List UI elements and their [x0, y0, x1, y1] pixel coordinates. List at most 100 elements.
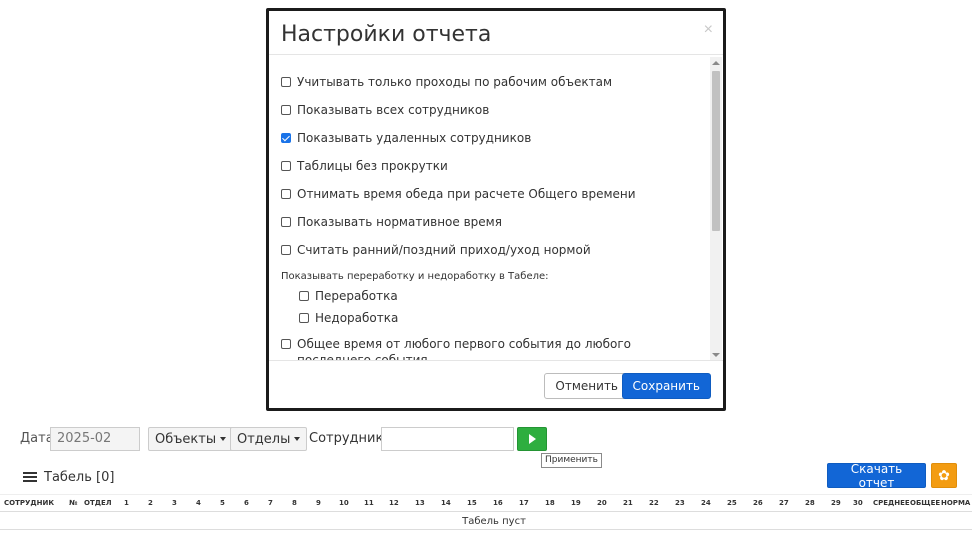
option-no-scroll-tables[interactable]: Таблицы без прокрутки — [281, 159, 448, 173]
option-label: Показывать всех сотрудников — [297, 103, 490, 117]
modal-header: Настройки отчета × — [269, 11, 723, 55]
checkbox[interactable] — [281, 189, 291, 199]
checkbox[interactable] — [281, 161, 291, 171]
option-early-late-normal[interactable]: Считать ранний/поздний приход/уход нормо… — [281, 243, 591, 257]
option-label: Отнимать время обеда при расчете Общего … — [297, 187, 636, 201]
scroll-down-arrow-icon[interactable] — [712, 353, 720, 357]
modal-footer: Отменить Сохранить — [269, 360, 723, 408]
checkbox[interactable] — [299, 313, 309, 323]
column-header[interactable]: 8 — [292, 499, 297, 507]
panel-header: Табель [0] Скачать отчет ✿ — [16, 462, 972, 491]
option-show-deleted-employees[interactable]: Показывать удаленных сотрудников — [281, 131, 531, 145]
panel-title: Табель [0] — [44, 470, 115, 485]
option-subtract-lunch[interactable]: Отнимать время обеда при расчете Общего … — [281, 187, 636, 201]
column-header[interactable]: ОБЩЕЕ — [910, 499, 940, 507]
caret-down-icon — [294, 437, 301, 441]
close-icon[interactable]: × — [704, 21, 713, 39]
empty-table-text: Табель пуст — [462, 516, 526, 527]
cancel-button[interactable]: Отменить — [544, 373, 629, 399]
option-overtime[interactable]: Переработка — [299, 289, 398, 303]
column-header[interactable]: 17 — [519, 499, 529, 507]
column-header[interactable]: 14 — [441, 499, 451, 507]
column-header[interactable]: 11 — [364, 499, 374, 507]
column-header[interactable]: 9 — [316, 499, 321, 507]
column-header[interactable]: 5 — [220, 499, 225, 507]
column-header[interactable]: 28 — [805, 499, 815, 507]
modal-title: Настройки отчета — [281, 22, 492, 47]
save-button[interactable]: Сохранить — [621, 373, 711, 399]
departments-dropdown-label: Отделы — [237, 431, 291, 447]
objects-dropdown[interactable]: Объекты — [148, 427, 234, 451]
checkbox-checked[interactable] — [281, 133, 291, 143]
column-header[interactable]: 26 — [753, 499, 763, 507]
column-header[interactable]: 30 — [853, 499, 863, 507]
checkbox[interactable] — [281, 245, 291, 255]
column-header[interactable]: № — [69, 499, 77, 507]
report-settings-modal: Настройки отчета × Учитывать только прох… — [266, 8, 726, 411]
option-work-objects-only[interactable]: Учитывать только проходы по рабочим объе… — [281, 75, 612, 89]
download-report-button[interactable]: Скачать отчет — [827, 462, 926, 490]
settings-button[interactable]: ✿ — [931, 463, 957, 488]
column-header[interactable]: ОТДЕЛ — [84, 499, 112, 507]
modal-scrollbar[interactable] — [710, 57, 722, 361]
overtime-group-title: Показывать переработку и недоработку в Т… — [281, 271, 549, 282]
apply-button[interactable] — [517, 427, 547, 451]
option-label: Таблицы без прокрутки — [297, 159, 448, 173]
checkbox[interactable] — [281, 105, 291, 115]
column-header[interactable]: 23 — [675, 499, 685, 507]
column-header[interactable]: 1 — [124, 499, 129, 507]
caret-down-icon — [220, 437, 227, 441]
column-header[interactable]: 16 — [493, 499, 503, 507]
option-label: Общее время от любого первого события до… — [297, 337, 631, 361]
column-header[interactable]: 20 — [597, 499, 607, 507]
column-header[interactable]: 7 — [268, 499, 273, 507]
scroll-up-arrow-icon[interactable] — [712, 61, 720, 65]
checkbox[interactable] — [299, 291, 309, 301]
column-header[interactable]: 27 — [779, 499, 789, 507]
checkbox[interactable] — [281, 77, 291, 87]
column-header[interactable]: НОРМА — [941, 499, 970, 507]
option-total-time-any-events[interactable]: Общее время от любого первого события до… — [281, 336, 691, 361]
column-header[interactable]: 21 — [623, 499, 633, 507]
option-label: Учитывать только проходы по рабочим объе… — [297, 75, 612, 89]
date-input[interactable]: 2025-02 — [50, 427, 140, 451]
column-header[interactable]: 22 — [649, 499, 659, 507]
report-toolbar: Дата 2025-02 Объекты Отделы Сотрудники — [20, 427, 580, 451]
timesheet-panel: Табель [0] Скачать отчет ✿ СОТРУДНИК № О… — [0, 462, 972, 533]
modal-body: Учитывать только проходы по рабочим объе… — [269, 57, 723, 361]
option-label: Показывать удаленных сотрудников — [297, 131, 532, 145]
column-header[interactable]: 25 — [727, 499, 737, 507]
option-label: Недоработка — [315, 311, 399, 325]
option-show-norm-time[interactable]: Показывать нормативное время — [281, 215, 502, 229]
column-header[interactable]: СОТРУДНИК — [4, 499, 54, 507]
column-header[interactable]: 18 — [545, 499, 555, 507]
employees-label: Сотрудники — [309, 431, 392, 446]
employees-input[interactable] — [381, 427, 514, 451]
checkbox[interactable] — [281, 339, 291, 349]
column-header[interactable]: 4 — [196, 499, 201, 507]
option-show-all-employees[interactable]: Показывать всех сотрудников — [281, 103, 489, 117]
gear-icon: ✿ — [938, 467, 950, 483]
departments-dropdown[interactable]: Отделы — [230, 427, 308, 451]
column-header[interactable]: 12 — [389, 499, 399, 507]
date-label: Дата — [20, 431, 54, 446]
column-header[interactable]: 24 — [701, 499, 711, 507]
timesheet-table-header: СОТРУДНИК № ОТДЕЛ 1 2 3 4 5 6 7 8 9 10 1… — [0, 494, 972, 512]
column-header[interactable]: 13 — [415, 499, 425, 507]
option-label: Показывать нормативное время — [297, 215, 502, 229]
column-header[interactable]: 10 — [339, 499, 349, 507]
option-undertime[interactable]: Недоработка — [299, 311, 398, 325]
column-header[interactable]: 15 — [467, 499, 477, 507]
checkbox[interactable] — [281, 217, 291, 227]
list-icon — [23, 472, 37, 483]
column-header[interactable]: 3 — [172, 499, 177, 507]
objects-dropdown-label: Объекты — [155, 431, 217, 447]
scrollbar-thumb[interactable] — [712, 71, 720, 231]
column-header[interactable]: 6 — [244, 499, 249, 507]
column-header[interactable]: СРЕДНЕЕ — [873, 499, 910, 507]
column-header[interactable]: 2 — [148, 499, 153, 507]
column-header[interactable]: 19 — [571, 499, 581, 507]
empty-table-row: Табель пуст — [0, 512, 972, 530]
column-header[interactable]: 29 — [831, 499, 841, 507]
option-label: Переработка — [315, 289, 398, 303]
